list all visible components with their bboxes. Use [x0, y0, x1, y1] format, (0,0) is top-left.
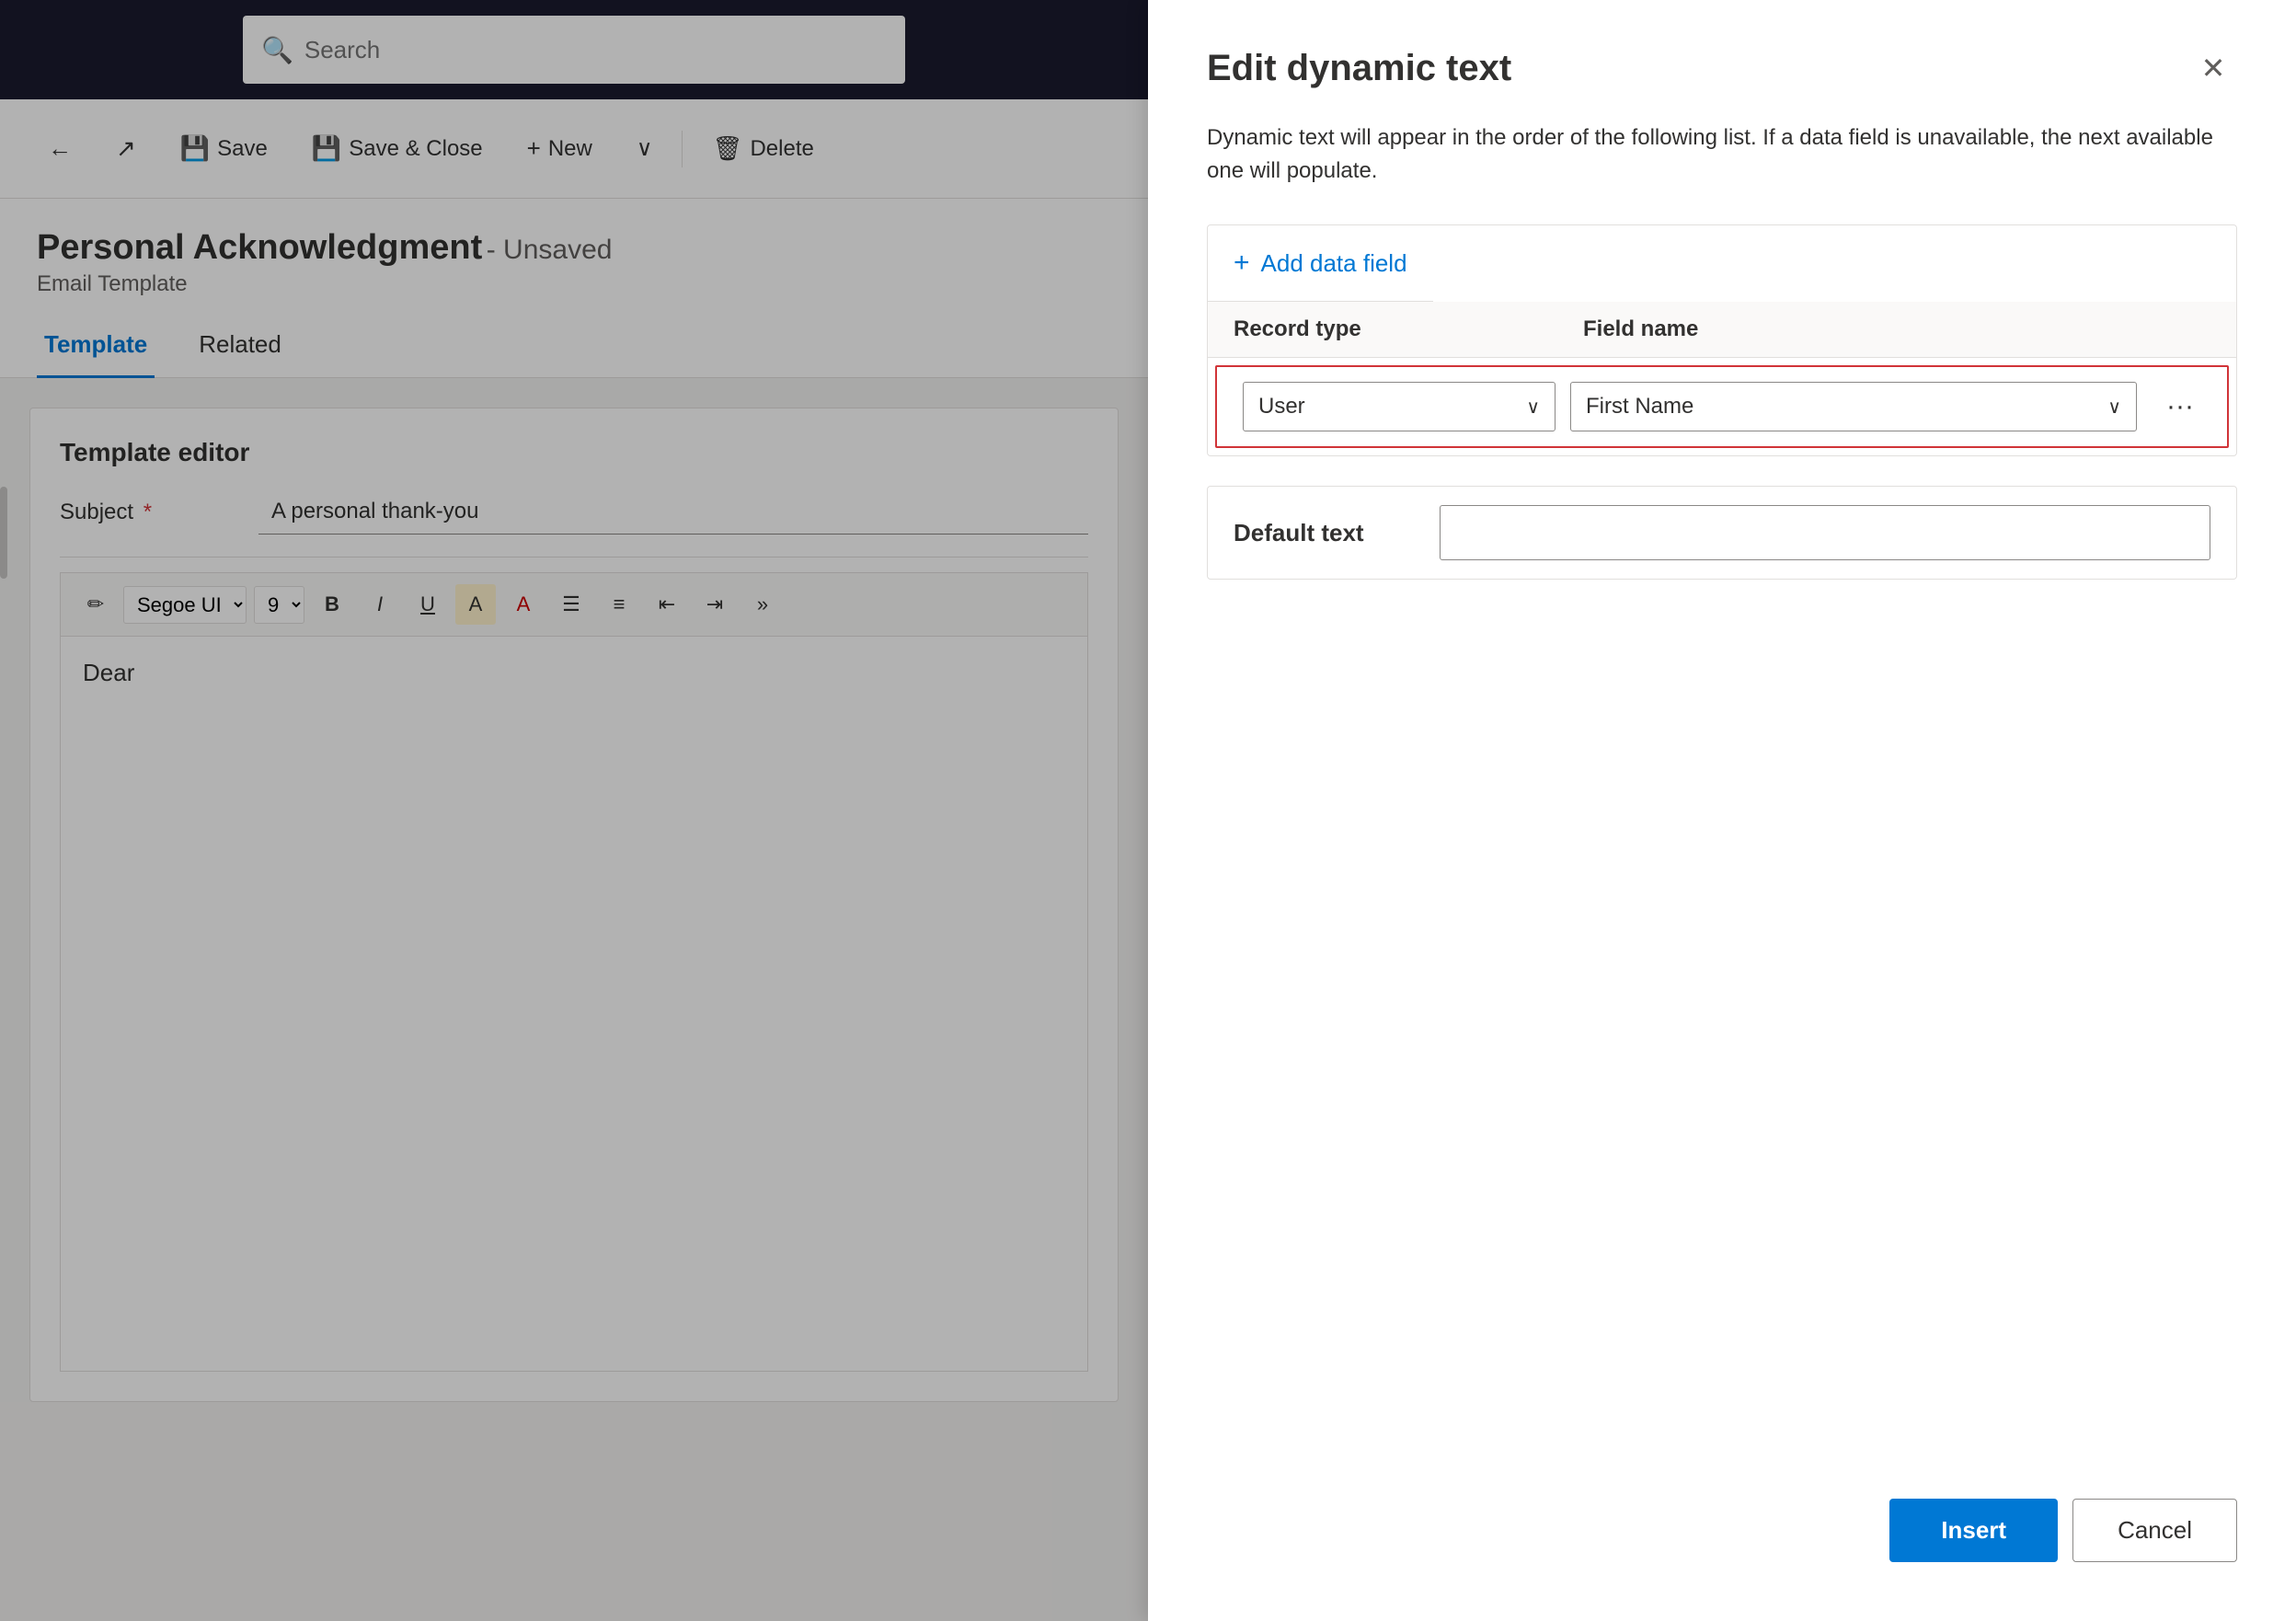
modal-title: Edit dynamic text	[1207, 48, 1511, 89]
cancel-button[interactable]: Cancel	[2072, 1499, 2237, 1562]
more-options-button[interactable]: ···	[2159, 384, 2201, 430]
add-data-field-button[interactable]: + Add data field	[1208, 225, 1433, 302]
plus-icon: +	[1234, 247, 1250, 279]
field-name-header: Field name	[1583, 316, 2210, 342]
field-name-dropdown[interactable]: First Name ∨	[1570, 382, 2137, 431]
chevron-down-icon: ∨	[1526, 396, 1540, 419]
overlay	[0, 0, 1148, 1621]
edit-dynamic-text-modal: Edit dynamic text ✕ Dynamic text will ap…	[1148, 0, 2296, 1621]
record-type-dropdown[interactable]: User ∨	[1243, 382, 1556, 431]
insert-button[interactable]: Insert	[1889, 1499, 2058, 1562]
field-name-value: First Name	[1586, 394, 1693, 420]
modal-footer: Insert Cancel	[1889, 1499, 2237, 1562]
default-text-input[interactable]	[1440, 505, 2210, 560]
table-header: Record type Field name	[1208, 302, 2236, 358]
record-type-header: Record type	[1234, 316, 1583, 342]
data-fields-container: + Add data field Record type Field name …	[1207, 224, 2237, 456]
data-field-row: User ∨ First Name ∨ ···	[1215, 365, 2229, 448]
modal-description: Dynamic text will appear in the order of…	[1207, 121, 2237, 188]
close-icon: ✕	[2201, 51, 2226, 86]
add-data-field-label: Add data field	[1261, 249, 1407, 278]
close-button[interactable]: ✕	[2189, 44, 2237, 92]
record-type-value: User	[1258, 394, 1305, 420]
modal-header: Edit dynamic text ✕	[1207, 44, 2237, 92]
default-text-section: Default text	[1207, 486, 2237, 580]
default-text-label: Default text	[1234, 519, 1418, 547]
chevron-down-icon: ∨	[2107, 396, 2121, 419]
background-panel: 🔍 ← ↗ 💾 Save 💾 Save & Close + New ∨ 🗑	[0, 0, 1148, 1621]
